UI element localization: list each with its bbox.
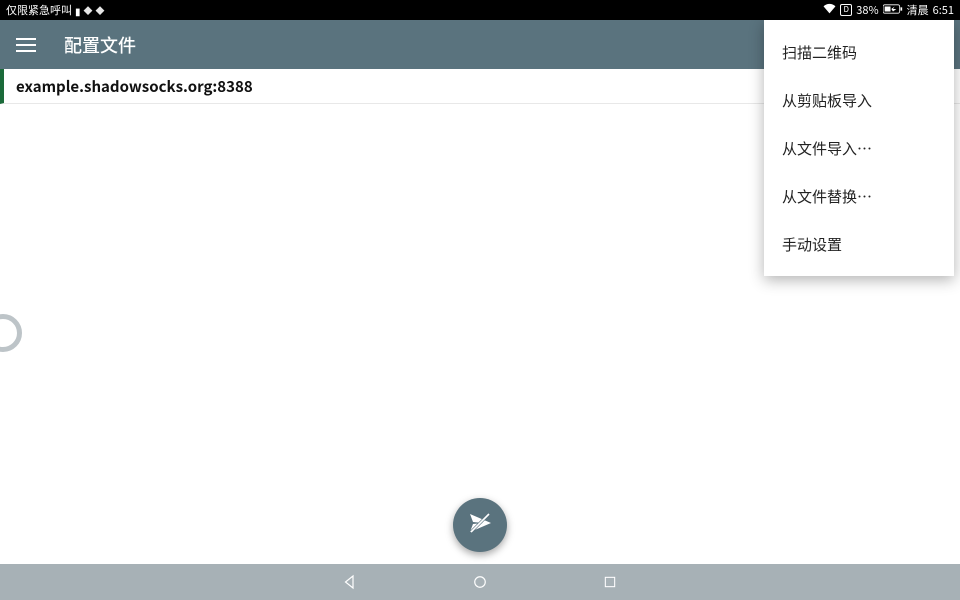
menu-item-label: 手动设置 [782,234,842,255]
menu-icon[interactable] [16,33,40,57]
add-profile-menu: 扫描二维码 从剪贴板导入 从文件导入… 从文件替换… 手动设置 [764,20,954,276]
menu-import-clipboard[interactable]: 从剪贴板导入 [764,76,954,124]
fab-connect-button[interactable] [453,498,507,552]
data-saver-icon: D [840,4,852,16]
menu-import-file[interactable]: 从文件导入… [764,124,954,172]
airplane-off-icon [468,511,492,540]
battery-percent: 38% [856,2,878,18]
menu-item-label: 从剪贴板导入 [782,90,872,111]
menu-item-label: 从文件导入… [782,138,872,159]
menu-replace-file[interactable]: 从文件替换… [764,172,954,220]
page-title: 配置文件 [64,32,136,58]
clock-time: 6:51 [933,2,954,18]
signal-icon: ◆ [84,4,93,17]
menu-scan-qr[interactable]: 扫描二维码 [764,28,954,76]
menu-item-label: 扫描二维码 [782,42,857,63]
system-nav-bar [0,564,960,600]
assist-handle-icon[interactable] [0,314,22,352]
signal-icon-2: ◆ [96,4,105,17]
menu-manual-settings[interactable]: 手动设置 [764,220,954,268]
status-emergency-label: 仅限紧急呼叫 [6,2,72,18]
menu-item-label: 从文件替换… [782,186,872,207]
sim-icon: ▮ [75,3,81,18]
profile-name: example.shadowsocks.org:8388 [16,76,253,97]
battery-icon [883,2,903,18]
nav-back-button[interactable] [340,572,360,592]
clock-prefix: 清晨 [907,2,929,18]
wifi-icon [823,2,836,18]
nav-home-button[interactable] [470,572,490,592]
status-bar: 仅限紧急呼叫 ▮ ◆ ◆ D 38% 清晨6:51 [0,0,960,20]
nav-recent-button[interactable] [600,572,620,592]
